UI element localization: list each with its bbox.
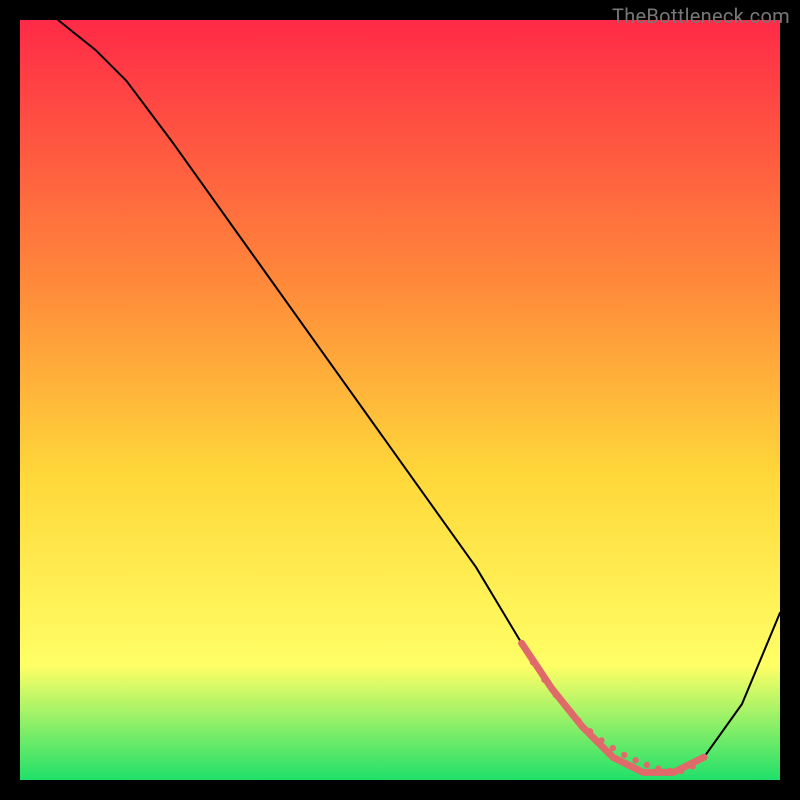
highlight-dot [553,692,559,698]
chart-plot-area [20,20,780,780]
chart-svg [20,20,780,780]
highlight-dot [701,754,707,760]
gradient-background [20,20,780,780]
watermark-text: TheBottleneck.com [612,4,790,28]
highlight-dot [564,705,570,711]
highlight-dot [632,757,638,763]
highlight-dot [655,765,661,771]
highlight-dot [667,768,673,774]
highlight-dot [518,640,524,646]
highlight-dot [610,745,616,751]
highlight-dot [541,676,547,682]
highlight-dot [644,762,650,768]
highlight-dot [575,718,581,724]
highlight-dot [678,768,684,774]
highlight-dot [598,737,604,743]
chart-stage: TheBottleneck.com [0,0,800,800]
highlight-dot [621,752,627,758]
highlight-dot [530,659,536,665]
highlight-dot [689,763,695,769]
highlight-dot [587,728,593,734]
